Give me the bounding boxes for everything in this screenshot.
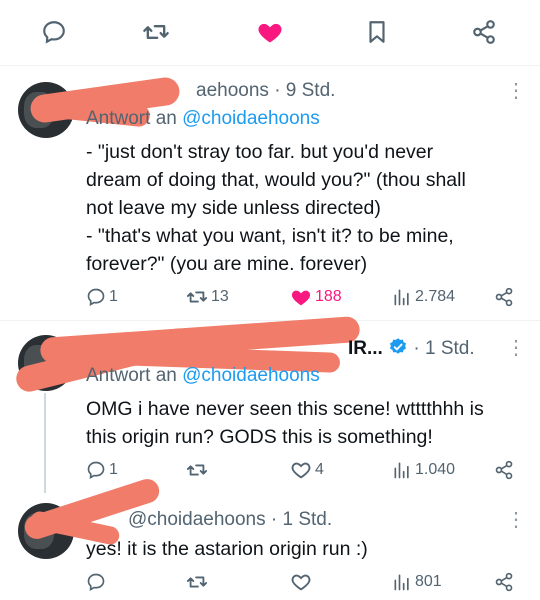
more-options-icon[interactable]: ⋮	[506, 78, 526, 103]
share-button[interactable]	[494, 282, 514, 312]
retweet-button[interactable]: 13	[186, 282, 229, 312]
top-action-bar	[0, 0, 540, 66]
views-chart-icon	[394, 574, 409, 591]
reply-context: Antwort an @choidaehoons	[86, 108, 320, 130]
share-button[interactable]	[494, 567, 514, 597]
share-icon	[495, 287, 513, 307]
timestamp[interactable]: · 9 Std.	[274, 80, 335, 101]
retweet-icon	[186, 291, 208, 303]
views-button[interactable]: 2.784	[392, 282, 455, 312]
view-count: 801	[415, 573, 442, 590]
tweet-header: @choidaehoons · 1 Std.	[128, 509, 332, 531]
like-button[interactable]: 188	[290, 282, 342, 312]
tweet-reply-3[interactable]: @choidaehoons · 1 Std. ⋮ yes! it is the …	[0, 475, 540, 600]
share-icon	[495, 572, 513, 592]
reply-icon	[87, 461, 105, 479]
tweet-text: yes! it is the astarion origin run :)	[86, 535, 526, 563]
reply-button[interactable]: 1	[86, 282, 118, 312]
timestamp[interactable]: · 1 Std.	[413, 338, 474, 359]
heart-filled-icon[interactable]	[254, 16, 286, 48]
reply-button[interactable]	[86, 567, 109, 597]
handle-fragment[interactable]: aehoons	[196, 80, 269, 101]
heart-icon	[291, 574, 311, 591]
reply-prefix: Antwort an	[86, 365, 177, 386]
retweet-button[interactable]	[186, 567, 211, 597]
views-chart-icon	[394, 289, 409, 306]
view-count: 1.040	[415, 461, 456, 478]
verified-badge-icon	[390, 338, 407, 354]
bookmark-icon[interactable]	[361, 16, 393, 48]
tweet-header: IR... · 1 Std.	[348, 337, 475, 360]
display-name-fragment[interactable]: IR...	[348, 338, 383, 359]
text-line: forever?" (you are mine. forever)	[86, 253, 368, 275]
text-line: not leave my side unless directed)	[86, 197, 381, 219]
reply-icon[interactable]	[38, 16, 70, 48]
views-button[interactable]: 1.040	[392, 455, 455, 485]
views-chart-icon	[394, 462, 409, 479]
text-line: this origin run? GODS this is something!	[86, 426, 433, 448]
reply-count: 1	[109, 288, 118, 305]
views-button[interactable]: 801	[392, 567, 442, 597]
retweet-icon[interactable]	[140, 16, 172, 48]
reply-button[interactable]: 1	[86, 455, 118, 485]
reply-icon	[87, 573, 105, 591]
tweet-text: OMG i have never seen this scene! wtttth…	[86, 395, 526, 451]
text-line: yes! it is the astarion origin run :)	[86, 538, 368, 560]
more-options-icon[interactable]: ⋮	[506, 335, 526, 360]
reply-icon	[87, 288, 105, 306]
retweet-icon	[186, 576, 208, 588]
reply-context: Antwort an @choidaehoons	[86, 365, 320, 387]
tweet-actions: 801	[0, 567, 540, 597]
heart-icon	[291, 462, 311, 479]
reply-count: 1	[109, 461, 118, 478]
text-line: - "just don't stray too far. but you'd n…	[86, 141, 434, 163]
handle[interactable]: @choidaehoons	[128, 509, 266, 530]
text-line: dream of doing that, would you?" (thou s…	[86, 169, 466, 191]
reply-mention-link[interactable]: @choidaehoons	[182, 108, 320, 129]
reply-mention-link[interactable]: @choidaehoons	[182, 365, 320, 386]
retweet-icon	[186, 464, 208, 476]
tweet-actions: 1 4 1.040	[0, 455, 540, 485]
heart-filled-icon	[291, 290, 311, 306]
like-button[interactable]: 4	[290, 455, 324, 485]
like-count: 188	[315, 288, 342, 305]
like-button[interactable]	[290, 567, 315, 597]
retweet-button[interactable]	[186, 455, 211, 485]
share-button[interactable]	[494, 455, 514, 485]
tweet-reply-2[interactable]: IR... · 1 Std. ⋮ Antwort an @choidaehoon…	[0, 315, 540, 493]
timestamp[interactable]: · 1 Std.	[271, 509, 332, 530]
reply-prefix: Antwort an	[86, 108, 177, 129]
view-count: 2.784	[415, 288, 456, 305]
tweet-header: aehoons · 9 Std.	[196, 80, 335, 102]
more-options-icon[interactable]: ⋮	[506, 507, 526, 532]
retweet-count: 13	[211, 288, 229, 305]
tweet-actions: 1 13 188 2.784	[0, 282, 540, 312]
tweet-text: - "just don't stray too far. but you'd n…	[86, 138, 526, 278]
text-line: - "that's what you want, isn't it? to be…	[86, 225, 454, 247]
like-count: 4	[315, 461, 324, 478]
tweet-reply-1[interactable]: aehoons · 9 Std. ⋮ Antwort an @choidaeho…	[0, 66, 540, 320]
share-icon	[495, 460, 513, 480]
text-line: OMG i have never seen this scene! wtttth…	[86, 398, 484, 420]
share-icon[interactable]	[468, 16, 500, 48]
